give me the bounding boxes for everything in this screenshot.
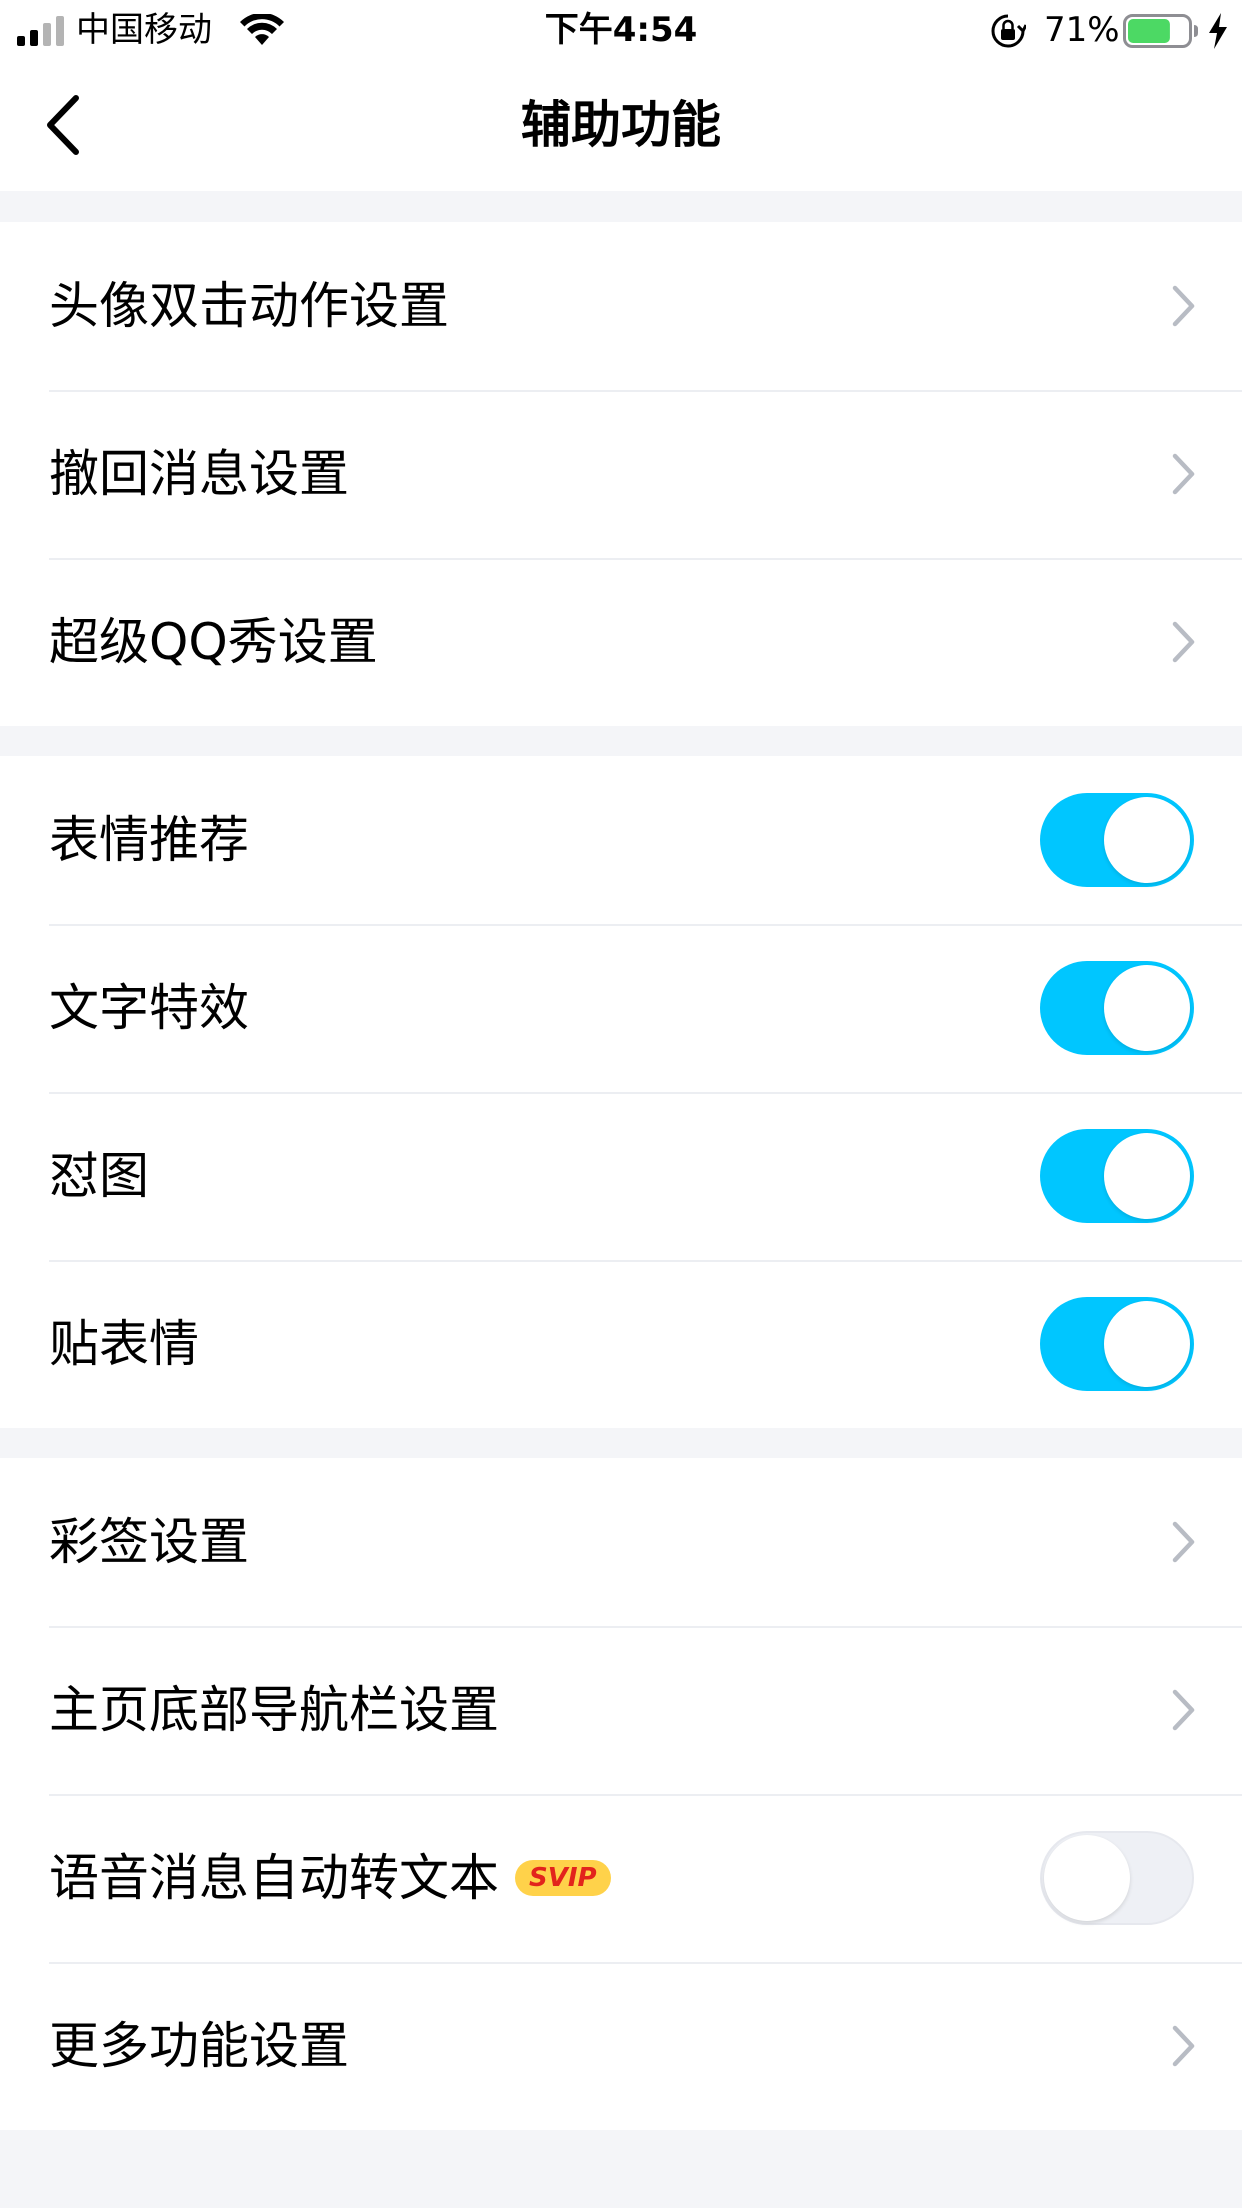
row-label: 怼图 xyxy=(49,1147,149,1205)
row-reaction-image: 怼图 xyxy=(0,1092,1242,1260)
status-bar: 中国移动 下午4:54 71% xyxy=(0,0,1242,60)
row-more-settings[interactable]: 更多功能设置 xyxy=(0,1962,1242,2130)
settings-group-2: 表情推荐 文字特效 怼图 贴表情 xyxy=(0,756,1242,1428)
row-label: 语音消息自动转文本 SVIP xyxy=(49,1794,611,1962)
battery-percent: 71% xyxy=(1044,10,1120,50)
chevron-right-icon xyxy=(1172,2025,1195,2067)
toggle-knob xyxy=(1104,1301,1190,1387)
toggle-knob xyxy=(1044,1835,1130,1921)
settings-group-1: 头像双击动作设置 撤回消息设置 超级QQ秀设置 xyxy=(0,222,1242,726)
row-voice-to-text: 语音消息自动转文本 SVIP xyxy=(0,1794,1242,1962)
row-label: 彩签设置 xyxy=(49,1513,249,1571)
row-emoji-recommend: 表情推荐 xyxy=(0,756,1242,924)
page-title: 辅助功能 xyxy=(521,96,721,154)
charging-bolt-icon xyxy=(1209,13,1227,49)
text-effects-toggle[interactable] xyxy=(1040,961,1194,1055)
battery-icon xyxy=(1123,14,1198,48)
chevron-right-icon xyxy=(1172,621,1195,663)
row-label: 贴表情 xyxy=(49,1315,199,1373)
row-label: 文字特效 xyxy=(49,979,249,1037)
orientation-lock-icon xyxy=(991,14,1026,48)
toggle-knob xyxy=(1104,965,1190,1051)
row-label: 头像双击动作设置 xyxy=(49,277,449,335)
row-sticker-reaction: 贴表情 xyxy=(0,1260,1242,1428)
back-button[interactable] xyxy=(36,90,96,160)
chevron-right-icon xyxy=(1172,1689,1195,1731)
row-label: 主页底部导航栏设置 xyxy=(49,1681,499,1739)
row-recall-message[interactable]: 撤回消息设置 xyxy=(0,390,1242,558)
svip-badge: SVIP xyxy=(515,1859,611,1896)
sticker-reaction-toggle[interactable] xyxy=(1040,1297,1194,1391)
toggle-knob xyxy=(1104,1133,1190,1219)
toggle-knob xyxy=(1104,797,1190,883)
row-bottom-nav[interactable]: 主页底部导航栏设置 xyxy=(0,1626,1242,1794)
emoji-recommend-toggle[interactable] xyxy=(1040,793,1194,887)
row-text-effects: 文字特效 xyxy=(0,924,1242,1092)
row-label: 超级QQ秀设置 xyxy=(49,613,378,671)
chevron-left-icon xyxy=(47,95,79,155)
settings-group-3: 彩签设置 主页底部导航栏设置 语音消息自动转文本 SVIP 更多功能设置 xyxy=(0,1458,1242,2130)
voice-to-text-toggle[interactable] xyxy=(1040,1831,1194,1925)
chevron-right-icon xyxy=(1172,285,1195,327)
chevron-right-icon xyxy=(1172,453,1195,495)
reaction-image-toggle[interactable] xyxy=(1040,1129,1194,1223)
row-label: 更多功能设置 xyxy=(49,2017,349,2075)
row-color-tag[interactable]: 彩签设置 xyxy=(0,1458,1242,1626)
row-label: 表情推荐 xyxy=(49,811,249,869)
row-label: 撤回消息设置 xyxy=(49,445,349,503)
chevron-right-icon xyxy=(1172,1521,1195,1563)
row-super-qq-show[interactable]: 超级QQ秀设置 xyxy=(0,558,1242,726)
row-avatar-double-tap[interactable]: 头像双击动作设置 xyxy=(0,222,1242,390)
voice-to-text-label: 语音消息自动转文本 xyxy=(49,1849,499,1907)
nav-bar: 辅助功能 xyxy=(0,60,1242,191)
